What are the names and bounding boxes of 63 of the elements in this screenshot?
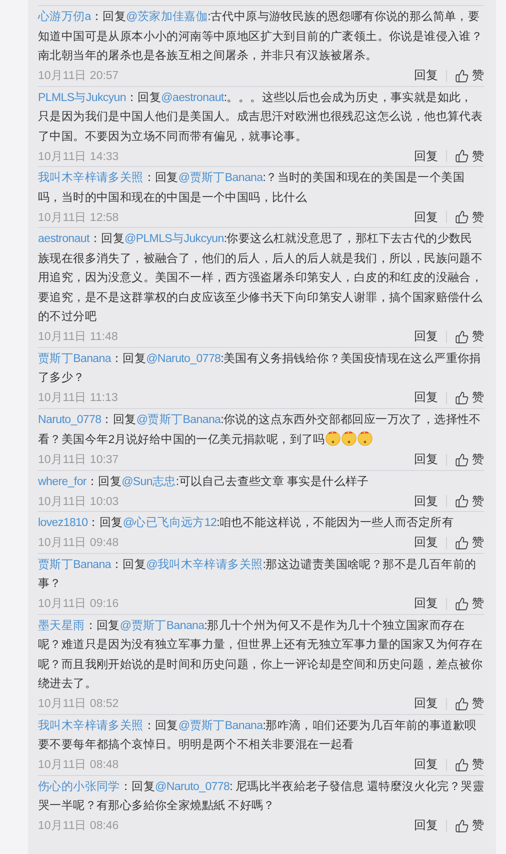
comment-time: 10月11日 20:57 xyxy=(38,69,120,83)
reply-link[interactable]: 回复 xyxy=(414,67,438,84)
reply-link[interactable]: 回复 xyxy=(414,695,438,712)
like-button[interactable]: 赞 xyxy=(455,756,484,773)
thumbs-up-icon xyxy=(455,68,469,82)
like-button[interactable]: 赞 xyxy=(455,817,484,834)
thumbs-up-icon xyxy=(455,758,469,772)
comment-text: 伤心的小张同学：回复@Naruto_0778: 尼瑪比半夜給老子發信息 還特麼沒火化完？哭靈哭一半呢？有那心多給你全家燒點紙 不好嗎？ xyxy=(38,779,484,814)
like-button[interactable]: 赞 xyxy=(455,208,484,226)
comment-text: where_for：回复@Sun志忠:可以自己去查些文章 事实是什么样子 xyxy=(38,474,370,490)
comment-time: 10月11日 08:48 xyxy=(38,758,120,772)
like-button[interactable]: 赞 xyxy=(455,389,484,406)
thumbs-up-icon xyxy=(455,494,469,508)
thumbs-up-icon xyxy=(455,330,469,344)
reply-link[interactable]: 回复 xyxy=(414,451,438,468)
comment-text: aestronaut：回复@PLMLS与Jukcyun:你要这么杠就没意思了，那杠下去古代的少数民族现在很多消失了，被融合了，他们的后人，后人的后人就是我们，所以，民族问题不用追究，因为没意义。美国不一样，西方强盗屠杀印第安人，白皮的和红皮的没融合，要追究，是不是这群掌权的白皮应该至少修书天下向印第安人谢罪，搞个国家赔偿什么的不过分吧 xyxy=(38,231,484,325)
comment-time: 10月11日 10:37 xyxy=(38,453,120,467)
reply-link[interactable]: 回复 xyxy=(414,208,438,226)
comment-time: 10月11日 08:52 xyxy=(38,697,120,711)
reply-link[interactable]: 回复 xyxy=(414,756,438,773)
comment-text: 我叫木辛梓请多关照：回复@贾斯丁Banana:那咋滴，咱们还要为几百年前的事道歉呗要不要每年都搞个哀悼日。明明是两个不相关非要混在一起看 xyxy=(38,718,478,753)
comment-text: 我叫木辛梓请多关照：回复@贾斯丁Banana:？当时的美国和现在的美国是一个美国吗，当时的中国和现在的中国是一个中国吗，比什么 xyxy=(38,170,466,206)
thumbs-up-icon xyxy=(455,696,469,710)
comment-time: 10月11日 09:48 xyxy=(38,536,120,550)
thumbs-up-icon xyxy=(455,818,469,832)
reply-link[interactable]: 回复 xyxy=(414,492,438,510)
comment-text: 贾斯丁Banana：回复@我叫木辛梓请多关照:那这边谴责美国啥呢？那不是几百年前的事？ xyxy=(38,557,478,592)
thumbs-up-icon xyxy=(455,210,469,224)
like-button[interactable]: 赞 xyxy=(455,534,484,551)
puzzled-emoji-icon xyxy=(340,430,357,446)
comment-text: PLMLS与Jukcyun：回复@aestronaut:。。。这些以后也会成为历史，事实就是如此，只是因为我们是中国人他们是美国人。成吉思汗对欧洲也很残忍这怎么说，他也算代表了中国。不要因为立场不同而带有偏见，就事论事。 xyxy=(38,90,484,144)
comment-time: 10月11日 12:58 xyxy=(38,210,120,224)
comment-time: 10月11日 08:46 xyxy=(38,819,120,833)
comment-text: 心游万仞a：回复@茨家加佳嘉伽:古代中原与游牧民族的恩怨哪有你说的那么简单，要知道中国可是从原本小小的河南等中原地区扩大到目前的广袤领土。你说是谁侵入谁？南北朝当年的屠杀也是各族互相之间屠杀，并非只有汉族被屠杀。 xyxy=(38,9,484,64)
like-button[interactable]: 赞 xyxy=(455,595,484,612)
like-button[interactable]: 赞 xyxy=(455,451,484,468)
thumbs-up-icon xyxy=(455,149,469,163)
like-button[interactable]: 赞 xyxy=(455,328,484,345)
thumbs-up-icon xyxy=(455,390,469,404)
like-button[interactable]: 赞 xyxy=(455,695,484,712)
thumbs-up-icon xyxy=(455,536,469,550)
puzzled-emoji-icon xyxy=(324,430,341,446)
comment-text: 墨天星雨：回复@贾斯丁Banana:那几十个州为何又不是作为几十个独立国家而存在呢？难道只是因为没有独立军事力量，但世界上还有无独立军事力量的国家又为何存在呢？而且我刚开始说的是时间和历史问题，你上一评论却是空间和历史问题，差点被你绕进去了。 xyxy=(38,618,484,692)
puzzled-emoji-icon xyxy=(356,430,373,446)
like-button[interactable]: 赞 xyxy=(455,67,484,84)
comment-time: 10月11日 11:13 xyxy=(38,391,119,405)
like-button[interactable]: 赞 xyxy=(455,492,484,510)
comment-time: 10月11日 10:03 xyxy=(38,494,120,508)
comment-text: 贾斯丁Banana：回复@Naruto_0778:美国有义务捐钱给你？美国疫情现在这么严重你捐了多少？ xyxy=(38,351,482,386)
reply-link[interactable]: 回复 xyxy=(414,389,438,406)
comment-time: 10月11日 09:16 xyxy=(38,597,120,611)
comment-text: lovez1810：回复@心已飞向远方12:咱也不能这样说，不能因为一些人而否定所有 xyxy=(38,515,455,531)
reply-link[interactable]: 回复 xyxy=(414,148,438,164)
reply-link[interactable]: 回复 xyxy=(414,328,438,345)
comment-time: 10月11日 11:48 xyxy=(38,330,119,344)
thumbs-up-icon xyxy=(455,596,469,610)
reply-link[interactable]: 回复 xyxy=(414,534,438,551)
reply-link[interactable]: 回复 xyxy=(414,595,438,612)
like-button[interactable]: 赞 xyxy=(455,148,484,164)
comment-time: 10月11日 14:33 xyxy=(38,150,120,164)
comment-text: Naruto_0778：回复@贾斯丁Banana:你说的这点东西外交部都回应一万次了，选择性不看？美国今年2月说好给中国的一亿美元捐款呢，到了吗 xyxy=(38,412,482,448)
reply-link[interactable]: 回复 xyxy=(414,817,438,834)
thumbs-up-icon xyxy=(455,452,469,466)
